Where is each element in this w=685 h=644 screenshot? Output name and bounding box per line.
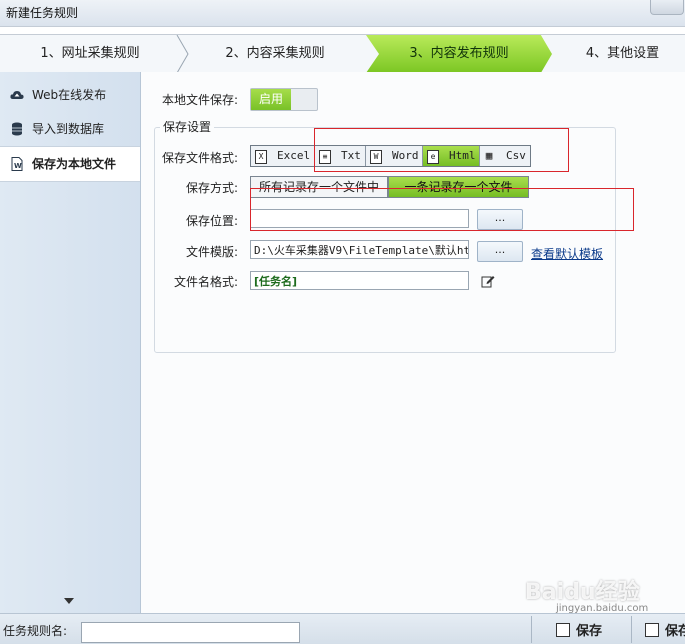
template-label: 文件模版: [186, 245, 239, 259]
floppy-icon [556, 623, 570, 637]
word-icon: W [370, 150, 382, 164]
step-arrow [176, 35, 189, 73]
mode-file-per-record-button[interactable]: 一条记录存一个文件 [388, 176, 529, 198]
database-icon [12, 122, 22, 136]
sidebar-item-save-local[interactable]: W 保存为本地文件 [0, 146, 140, 182]
format-txt-button[interactable]: ≡ Txt [315, 146, 366, 166]
sidebar-item-import-db[interactable]: 导入到数据库 [0, 112, 140, 146]
sidebar-item-label: 保存为本地文件 [32, 157, 117, 171]
save-settings-title: 保存设置 [160, 118, 215, 135]
format-selector: X Excel ≡ Txt W Word e Html ▦ Csv [250, 145, 531, 167]
location-input[interactable] [250, 209, 469, 228]
location-label: 保存位置: [186, 214, 239, 228]
format-word-button[interactable]: W Word [366, 146, 423, 166]
html-icon: e [427, 150, 439, 164]
txt-icon: ≡ [319, 150, 331, 164]
sidebar-item-label: Web在线发布 [32, 88, 107, 102]
tab-publish-rules[interactable]: 3、内容发布规则 [366, 35, 552, 73]
excel-icon: X [255, 150, 267, 164]
tab-content-rules[interactable]: 2、内容采集规则 [190, 35, 360, 73]
format-html-button[interactable]: e Html [423, 146, 480, 166]
mode-single-file-button[interactable]: 所有记录存一个文件中 [250, 176, 388, 198]
format-excel-button[interactable]: X Excel [251, 146, 315, 166]
save-button[interactable]: 保存 [556, 621, 602, 643]
rule-name-label: 任务规则名: [3, 624, 68, 638]
sidebar-item-label: 导入到数据库 [32, 122, 105, 136]
format-csv-button[interactable]: ▦ Csv [480, 146, 530, 166]
divider [531, 616, 532, 643]
view-default-template-link[interactable]: 查看默认模板 [531, 245, 603, 262]
edit-icon[interactable] [481, 274, 495, 288]
toggle-on-label: 启用 [251, 89, 291, 110]
grid-icon: ▦ [485, 149, 493, 162]
location-browse-button[interactable]: ... [477, 209, 523, 230]
rule-name-input[interactable] [81, 622, 300, 643]
save-exit-button[interactable]: 保存 [645, 621, 685, 643]
filename-format-label: 文件名格式: [174, 275, 239, 289]
window-title: 新建任务规则 [6, 6, 79, 20]
format-label: 保存文件格式: [162, 151, 239, 165]
sidebar-scroll-down-icon[interactable] [64, 598, 74, 604]
template-browse-button[interactable]: ... [477, 241, 523, 262]
sidebar-item-web-publish[interactable]: Web在线发布 [0, 78, 140, 112]
title-bar: 新建任务规则 [0, 0, 685, 27]
template-input[interactable]: D:\火车采集器V9\FileTemplate\默认htm [250, 240, 469, 259]
local-save-toggle[interactable]: 启用 [250, 88, 318, 111]
filename-format-input[interactable]: [任务名] [250, 271, 469, 290]
floppy-icon [645, 623, 659, 637]
tab-url-rules[interactable]: 1、网址采集规则 [0, 35, 180, 73]
local-save-label: 本地文件保存: [162, 93, 239, 107]
tab-other-settings[interactable]: 4、其他设置 [560, 35, 685, 73]
sidebar: Web在线发布 导入到数据库 W 保存为本地文件 [0, 72, 141, 613]
document-icon: W [11, 157, 23, 171]
save-mode-label: 保存方式: [186, 181, 239, 195]
cloud-upload-icon [10, 91, 24, 99]
divider [631, 616, 632, 643]
window-close-button[interactable] [650, 0, 684, 15]
step-tabs: 1、网址采集规则 2、内容采集规则 3、内容发布规则 4、其他设置 [0, 34, 685, 74]
bottom-bar: 任务规则名: 保存 保存 [0, 613, 685, 644]
svg-text:W: W [14, 162, 22, 170]
